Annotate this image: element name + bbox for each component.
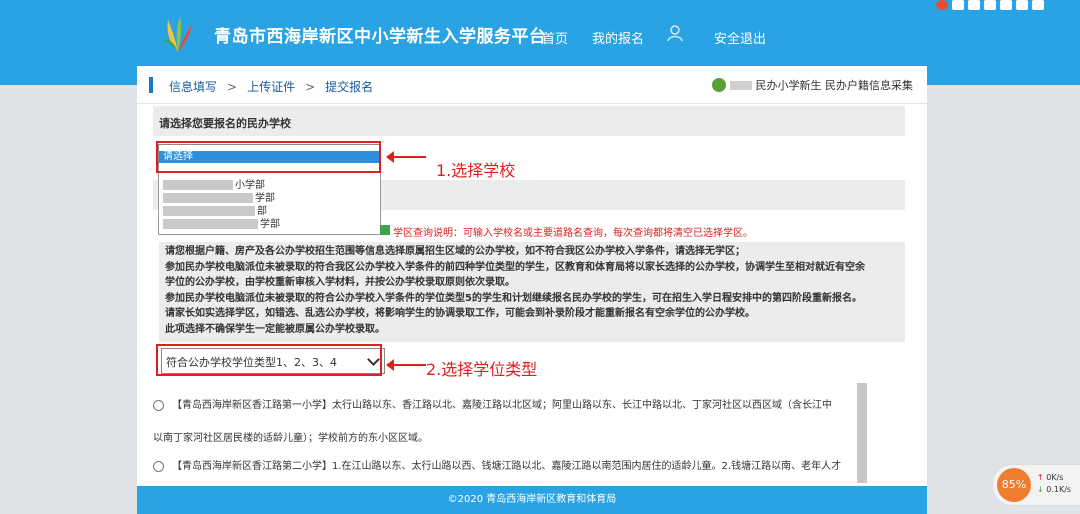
breadcrumb: 信息填写 > 上传证件 > 提交报名 bbox=[169, 78, 373, 95]
memory-usage-ball[interactable]: 85% bbox=[997, 468, 1031, 502]
copyright: ©2020 青岛西海岸新区教育和体育局 bbox=[447, 494, 617, 505]
system-tray bbox=[936, 0, 1044, 12]
user-icon[interactable] bbox=[666, 24, 684, 42]
school-dropdown-list[interactable]: 小学部 学部 部 学部 bbox=[158, 166, 381, 235]
section-title: 请选择您要报名的民办学校 bbox=[159, 117, 291, 130]
shirt-icon[interactable] bbox=[1016, 0, 1028, 10]
redacted-name bbox=[729, 80, 752, 90]
upload-speed: ↑ 0K/s bbox=[1037, 473, 1064, 482]
blurred-text bbox=[163, 193, 253, 203]
list-item-continuation: 以南丁家河社区居民楼的适龄儿童）；学校前方的东小区区域。 bbox=[153, 433, 428, 444]
list-item[interactable]: 【青岛西海岸新区香江路第一小学】太行山路以东、香江路以北、嘉陵江路以北区域；阿里… bbox=[153, 396, 853, 411]
annotation-arrow-icon bbox=[386, 151, 426, 163]
section-header: 请选择您要报名的民办学校 bbox=[153, 106, 905, 136]
network-speed-widget[interactable]: 85% ↑ 0K/s ↓ 0.1K/s bbox=[992, 464, 1080, 506]
radio-button[interactable] bbox=[153, 460, 164, 472]
instruction-line: 此项选择不确保学生一定能被原属公办学校录取。 bbox=[165, 323, 385, 335]
breadcrumb-separator: > bbox=[227, 80, 238, 94]
school-list: 【青岛西海岸新区香江路第一小学】太行山路以东、香江路以北、嘉陵江路以北区域；阿里… bbox=[153, 384, 853, 484]
sogou-ime-icon[interactable] bbox=[936, 0, 948, 10]
avatar bbox=[711, 78, 726, 92]
instruction-line: 请您根据户籍、房产及各公办学校招生范围等信息选择原属招生区域的公办学校，如不符合… bbox=[165, 246, 745, 257]
blurred-text bbox=[163, 180, 233, 190]
breadcrumb-marker bbox=[149, 77, 153, 93]
instruction-line: 参加民办学校电脑派位未被录取的符合我区公办学校入学条件的前四种学位类型的学生，区… bbox=[165, 261, 865, 273]
logout-link[interactable]: 安全退出 bbox=[714, 28, 766, 47]
tray-icon[interactable] bbox=[968, 0, 980, 10]
radio-button[interactable] bbox=[153, 399, 164, 411]
list-scrollbar[interactable] bbox=[857, 383, 867, 483]
instruction-line: 参加民办学校电脑派位未被录取的符合公办学校入学条件的学位类型5的学生和计划继续报… bbox=[165, 292, 862, 304]
grid-icon[interactable] bbox=[1032, 0, 1044, 10]
breadcrumb-separator: > bbox=[305, 80, 316, 94]
footer: ©2020 青岛西海岸新区教育和体育局 bbox=[137, 486, 927, 514]
platform-logo-icon bbox=[162, 16, 192, 52]
blurred-text bbox=[163, 219, 258, 229]
school-option[interactable]: 部 bbox=[163, 206, 363, 218]
instructions-box: 请您根据户籍、房产及各公办学校招生范围等信息选择原属招生区域的公办学校，如不符合… bbox=[159, 242, 905, 342]
nav-my-registration-link[interactable]: 我的报名 bbox=[592, 28, 644, 47]
nav-home-link[interactable]: 首页 bbox=[542, 28, 568, 47]
download-speed: ↓ 0.1K/s bbox=[1037, 485, 1072, 494]
school-option[interactable]: 学部 bbox=[163, 193, 363, 205]
search-button[interactable] bbox=[380, 225, 390, 235]
list-item[interactable]: 【青岛西海岸新区香江路第二小学】1.在江山路以东、太行山路以西、钱塘江路以北、嘉… bbox=[153, 457, 853, 472]
tray-icon[interactable] bbox=[952, 0, 964, 10]
annotation-arrow-icon bbox=[386, 359, 426, 371]
breadcrumb-step-info[interactable]: 信息填写 bbox=[169, 80, 217, 94]
keyboard-icon[interactable] bbox=[1000, 0, 1012, 10]
mic-icon[interactable] bbox=[984, 0, 996, 10]
breadcrumb-step-submit[interactable]: 提交报名 bbox=[325, 80, 373, 94]
annotation-step1: 1.选择学校 bbox=[436, 161, 516, 180]
main-panel: 信息填写 > 上传证件 > 提交报名 民办小学新生 民办户籍信息采集 请选择您要报名的民… bbox=[137, 66, 927, 486]
blurred-text bbox=[163, 206, 255, 216]
school-option[interactable]: 小学部 bbox=[163, 180, 363, 192]
district-search-hint: 学区查询说明：可输入学校名或主要道路名查询，每次查询都将清空已选择学区。 bbox=[393, 228, 753, 239]
annotation-step2: 2.选择学位类型 bbox=[426, 360, 538, 379]
site-title: 青岛市西海岸新区中小学新生入学服务平台 bbox=[214, 27, 547, 47]
annotation-box-school bbox=[156, 141, 381, 173]
annotation-box-degree-type bbox=[156, 344, 382, 376]
breadcrumb-step-upload[interactable]: 上传证件 bbox=[247, 80, 295, 94]
user-info: 民办小学新生 民办户籍信息采集 bbox=[711, 77, 914, 93]
registration-category: 民办小学新生 民办户籍信息采集 bbox=[755, 79, 914, 92]
breadcrumb-bar: 信息填写 > 上传证件 > 提交报名 民办小学新生 民办户籍信息采集 bbox=[137, 66, 927, 104]
instruction-line: 请家长如实选择学区，如错选、乱选公办学校，将影响学生的协调录取工作，可能会到补录… bbox=[165, 308, 755, 319]
instruction-line: 学位的公办学校，由学校重新审核入学材料，并按公办学校录取原则依次录取。 bbox=[165, 277, 515, 288]
school-option[interactable]: 学部 bbox=[163, 219, 363, 231]
